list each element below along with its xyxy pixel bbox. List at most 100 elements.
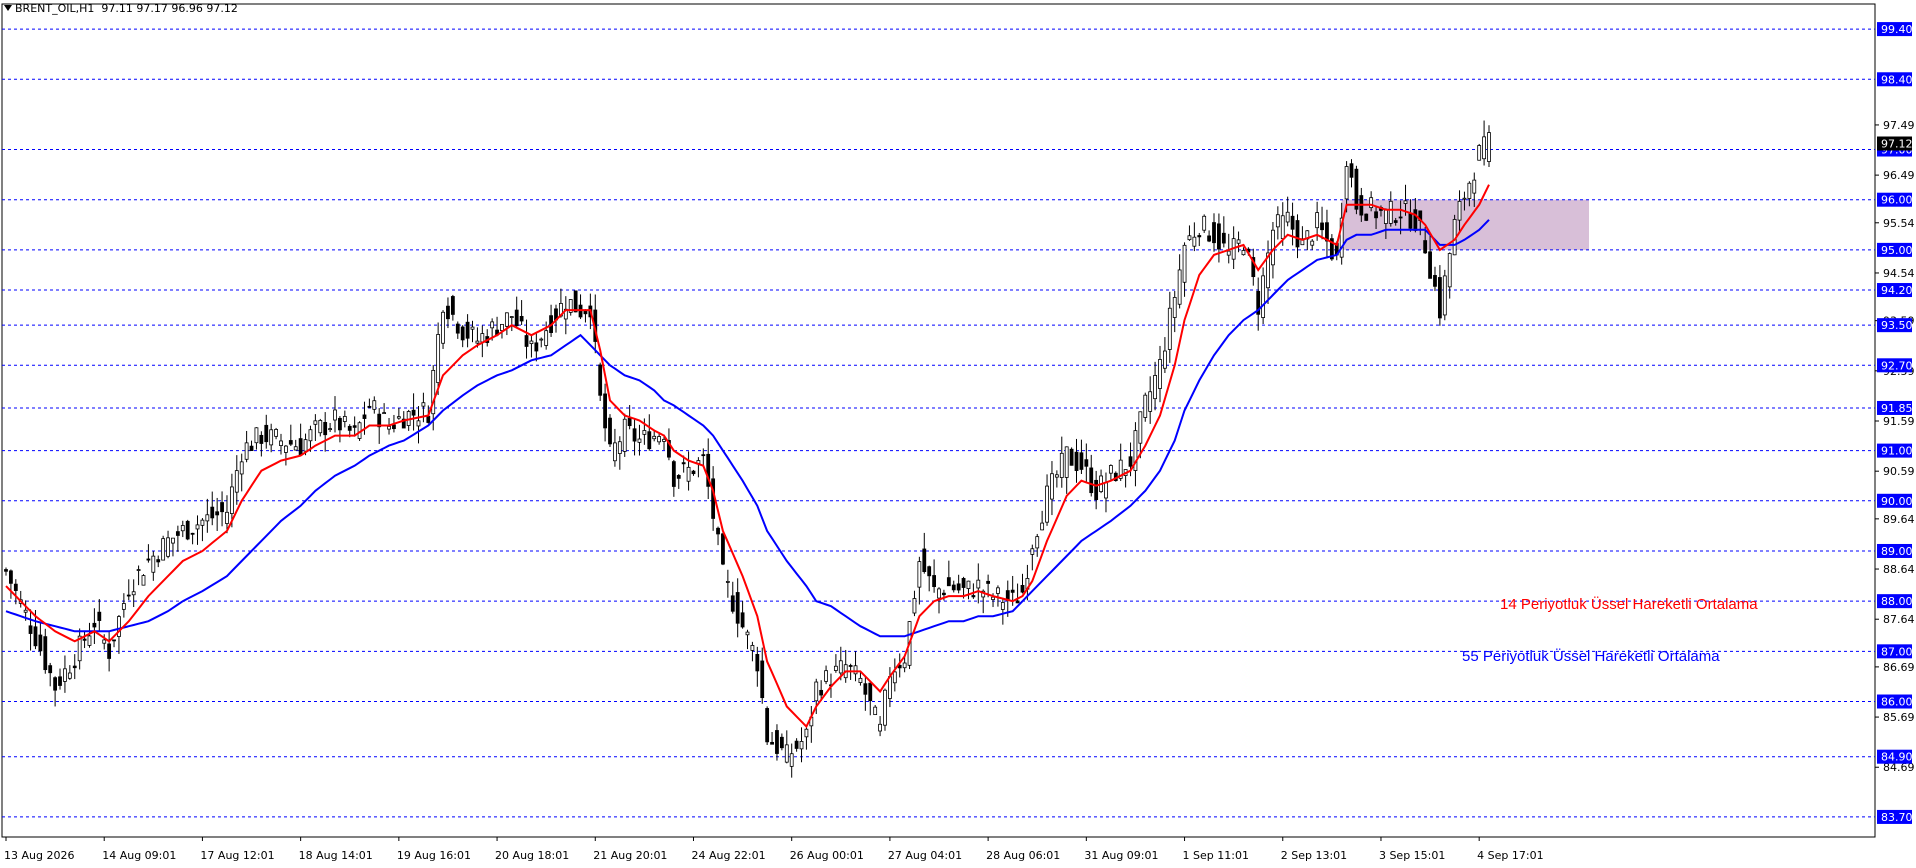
- candle-body: [1172, 297, 1177, 318]
- candle-body: [1320, 222, 1324, 231]
- candle-body: [382, 412, 387, 415]
- candle-body: [725, 581, 730, 583]
- candle-body: [1104, 482, 1108, 499]
- candle-body: [396, 416, 401, 419]
- candle-body: [1050, 473, 1054, 500]
- candle-body: [657, 436, 662, 443]
- candle-body: [58, 676, 62, 686]
- candle-body: [121, 603, 126, 610]
- candle-body: [833, 665, 838, 671]
- candle-body: [888, 676, 892, 699]
- candle-body: [4, 569, 8, 572]
- candle-body: [441, 311, 445, 344]
- candle-body: [161, 538, 166, 561]
- candle-body: [43, 636, 48, 671]
- candle-body: [730, 595, 735, 612]
- candle-body: [180, 525, 185, 532]
- candle-body: [652, 435, 657, 440]
- candle-body: [367, 405, 372, 408]
- candle-body: [97, 611, 102, 621]
- level-price-label: 92.70: [1881, 359, 1913, 372]
- candle-body: [254, 427, 259, 444]
- candle-body: [284, 445, 288, 453]
- candle-body: [249, 445, 254, 452]
- candle-body: [583, 310, 588, 315]
- candle-body: [1354, 168, 1359, 210]
- time-label: 27 Aug 04:01: [888, 849, 962, 862]
- candle-body: [1094, 479, 1099, 501]
- price-tick-label: 91.59: [1883, 415, 1915, 428]
- candle-body: [82, 638, 87, 641]
- candle-body: [229, 486, 234, 514]
- candle-body: [937, 588, 941, 599]
- ema14-legend: 14 Periyotluk Üssel Hareketli Ortalama: [1500, 596, 1758, 613]
- candle-body: [519, 316, 524, 322]
- candle-body: [323, 422, 328, 436]
- candle-body: [53, 677, 58, 691]
- time-label: 21 Aug 20:01: [593, 849, 667, 862]
- candle-body: [1217, 223, 1221, 250]
- candle-body: [686, 466, 691, 482]
- candle-body: [529, 340, 534, 345]
- candle-body: [131, 591, 136, 596]
- candle-body: [215, 511, 220, 516]
- candle-body: [1285, 211, 1290, 223]
- candle-body: [1089, 467, 1094, 494]
- candle-body: [1403, 200, 1408, 204]
- candle-body: [632, 428, 637, 442]
- candle-body: [171, 537, 175, 544]
- candle-body: [411, 409, 416, 416]
- candle-body: [1364, 213, 1369, 221]
- current-price-label: 97.12: [1881, 138, 1913, 151]
- candle-body: [146, 558, 151, 561]
- candle-body: [279, 440, 283, 446]
- price-tick-label: 85.69: [1883, 711, 1915, 724]
- price-tick-label: 94.54: [1883, 267, 1915, 280]
- level-price-label: 86.00: [1881, 696, 1913, 709]
- time-label: 13 Aug 2026: [4, 849, 74, 862]
- price-tick-label: 95.54: [1883, 217, 1915, 230]
- level-price-label: 93.50: [1881, 319, 1913, 332]
- candle-body: [1182, 244, 1187, 283]
- candle-body: [475, 340, 480, 344]
- candle-body: [617, 441, 622, 454]
- candle-body: [234, 470, 239, 493]
- candle-body: [107, 643, 112, 659]
- time-label: 1 Sep 11:01: [1183, 849, 1249, 862]
- candle-body: [225, 511, 229, 524]
- candle-body: [603, 393, 607, 429]
- candle-body: [1457, 200, 1462, 221]
- candle-body: [1398, 216, 1403, 219]
- price-tick-label: 88.64: [1883, 563, 1915, 576]
- time-label: 17 Aug 12:01: [200, 849, 274, 862]
- candle-body: [1374, 211, 1378, 219]
- candle-body: [873, 706, 878, 716]
- candle-body: [946, 577, 951, 587]
- candle-body: [892, 671, 897, 684]
- level-price-label: 84.90: [1881, 751, 1913, 764]
- candle-body: [338, 417, 342, 431]
- price-tick-label: 86.69: [1883, 661, 1915, 674]
- dropdown-triangle-icon[interactable]: [4, 5, 12, 11]
- chart-window: 97.4996.4995.5494.5493.5992.5991.5990.59…: [0, 0, 1916, 868]
- time-label: 4 Sep 17:01: [1477, 849, 1543, 862]
- candle-body: [1315, 212, 1320, 229]
- candle-body: [63, 668, 67, 682]
- candle-body: [912, 598, 917, 614]
- candle-body: [490, 321, 495, 329]
- candle-body: [676, 475, 681, 479]
- candle-body: [1158, 359, 1162, 389]
- candle-body: [1442, 275, 1447, 316]
- candle-body: [770, 741, 774, 745]
- candle-body: [1054, 474, 1059, 478]
- candle-body: [534, 342, 539, 352]
- candle-body: [613, 442, 617, 462]
- candle-body: [991, 596, 995, 600]
- candle-body: [136, 569, 141, 571]
- candle-body: [745, 631, 750, 636]
- candle-body: [647, 431, 652, 450]
- candle-body: [1261, 275, 1266, 318]
- time-label: 28 Aug 06:01: [986, 849, 1060, 862]
- price-chart[interactable]: 97.4996.4995.5494.5493.5992.5991.5990.59…: [0, 0, 1916, 868]
- candle-body: [504, 312, 509, 327]
